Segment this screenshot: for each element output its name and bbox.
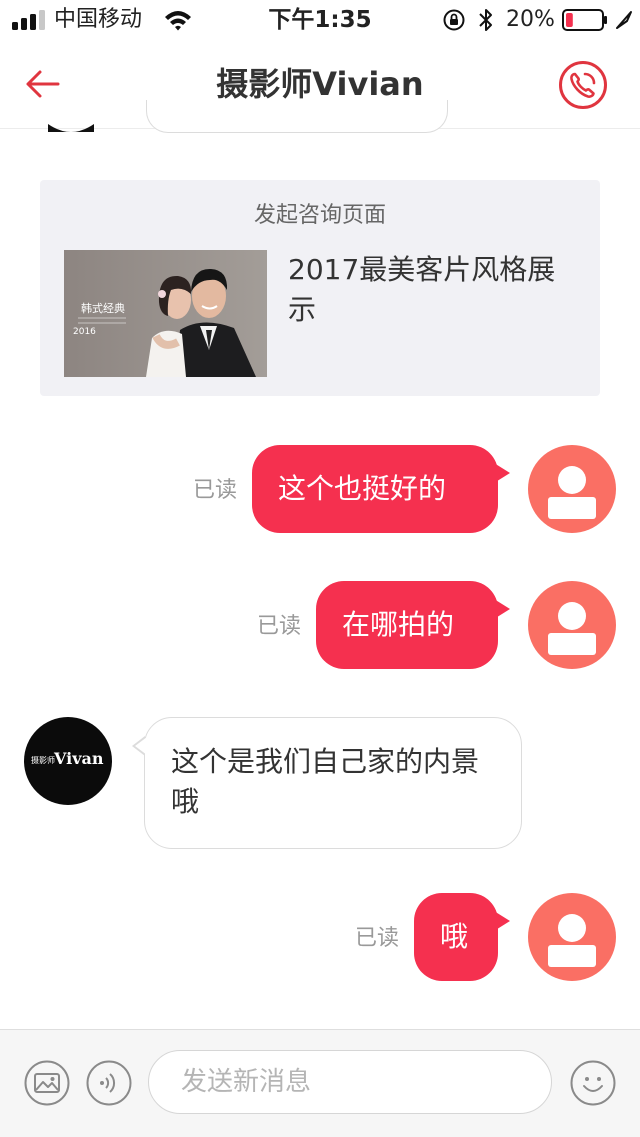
consultation-card[interactable]: 发起咨询页面 韩式经典 2016 2017最美客片风格展示	[40, 180, 600, 396]
read-status: 已读	[355, 926, 400, 951]
user-silhouette-icon	[548, 914, 596, 967]
voice-icon[interactable]	[86, 1060, 132, 1106]
incoming-message-bubble[interactable]: 这个是我们自己家的内景哦	[132, 717, 522, 849]
location-arrow-icon	[616, 11, 632, 29]
battery-icon	[562, 9, 607, 31]
read-status: 已读	[257, 614, 302, 639]
photographer-avatar-partial	[48, 124, 94, 132]
previous-message-bubble	[146, 100, 448, 133]
user-avatar[interactable]	[528, 445, 616, 533]
image-icon[interactable]	[24, 1060, 70, 1106]
user-avatar[interactable]	[528, 893, 616, 981]
photographer-avatar[interactable]: 摄影师 Vivan	[24, 717, 112, 805]
user-silhouette-icon	[548, 466, 596, 519]
outgoing-message-bubble[interactable]: 哦	[414, 893, 510, 981]
card-title: 发起咨询页面	[253, 203, 386, 228]
vivan-logo-image: 摄影师 Vivan	[31, 749, 104, 768]
message-input[interactable]	[148, 1050, 552, 1114]
user-silhouette-icon	[548, 602, 596, 655]
thumb-caption: 韩式经典	[81, 301, 125, 315]
bluetooth-icon	[479, 9, 492, 31]
outgoing-message-bubble[interactable]: 这个也挺好的	[252, 445, 510, 533]
avatar-text-large: Vivan	[53, 749, 104, 768]
avatar-text-small: 摄影师	[31, 755, 55, 765]
status-bar: 中国移动 下午1:35 20%	[0, 0, 640, 40]
phone-icon[interactable]	[558, 60, 608, 110]
user-avatar[interactable]	[528, 581, 616, 669]
battery-percent: 20%	[506, 7, 555, 32]
card-description[interactable]: 2017最美客片风格展示	[288, 250, 578, 330]
message-input-bar	[0, 1029, 640, 1137]
orientation-lock-icon	[443, 9, 465, 31]
read-status: 已读	[193, 478, 238, 503]
card-thumbnail[interactable]: 韩式经典 2016	[64, 250, 267, 377]
outgoing-message-bubble[interactable]: 在哪拍的	[316, 581, 510, 669]
emoji-icon[interactable]	[570, 1060, 616, 1106]
wedding-photo-image: 韩式经典 2016	[64, 250, 267, 377]
thumb-year: 2016	[73, 327, 96, 337]
